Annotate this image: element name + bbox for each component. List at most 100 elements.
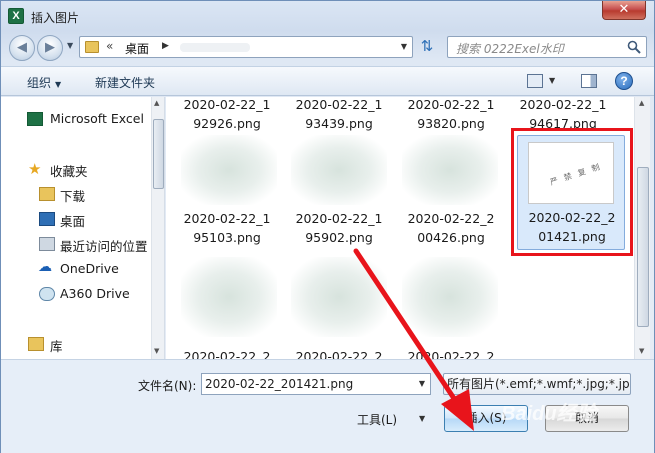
change-view-icon[interactable] (527, 74, 543, 88)
tools-dropdown-icon[interactable]: ▼ (419, 414, 425, 423)
file-item[interactable]: 2020-02-22_2 (175, 347, 279, 359)
download-folder-icon (39, 187, 55, 201)
view-dropdown-icon[interactable]: ▼ (549, 76, 555, 85)
navigation-pane: Microsoft Excel ★ 收藏夹 下载 桌面 最近访问的位置 ☁ On… (1, 97, 165, 359)
nav-item-label: OneDrive (60, 261, 119, 276)
search-icon[interactable] (627, 40, 641, 54)
scroll-up-icon[interactable]: ▲ (154, 99, 159, 107)
file-name-line2: 95103.png (193, 230, 261, 245)
file-name-line2: 93439.png (305, 116, 373, 131)
organize-label: 组织 (27, 76, 52, 90)
file-item[interactable]: 2020-02-22_2 00426.png (399, 209, 503, 247)
nav-item-label: A360 Drive (60, 286, 130, 301)
file-name-line2: 00426.png (417, 230, 485, 245)
history-dropdown-icon[interactable]: ▼ (67, 41, 73, 50)
title-bar: X 插入图片 ✕ (1, 1, 654, 31)
file-name-line1: 2020-02-22_1 (295, 97, 383, 112)
highlight-annotation-box (511, 128, 633, 256)
nav-item-libraries[interactable]: 库 (1, 333, 151, 355)
breadcrumb-desktop[interactable]: 桌面 (125, 40, 149, 57)
nav-item-recent[interactable]: 最近访问的位置 (1, 233, 161, 255)
nav-scrollbar[interactable]: ▲ ▼ (151, 97, 164, 359)
search-placeholder: 搜索 0222Exel水印 (456, 42, 564, 56)
address-dropdown-icon[interactable]: ▼ (401, 42, 407, 51)
folder-icon (85, 41, 99, 53)
nav-item-label: 库 (50, 339, 63, 354)
file-scroll-thumb[interactable] (637, 167, 649, 327)
file-name-line1: 2020-02-22_2 (183, 349, 271, 359)
window-title: 插入图片 (31, 11, 80, 25)
close-button[interactable]: ✕ (602, 1, 646, 20)
nav-item-onedrive[interactable]: ☁ OneDrive (1, 258, 151, 280)
nav-scroll-thumb[interactable] (153, 119, 164, 189)
file-item[interactable]: 2020-02-22_1 95103.png (175, 209, 279, 247)
baidu-watermark: Baidu经验 (501, 403, 597, 425)
file-thumbnail[interactable] (291, 257, 387, 337)
file-thumbnail[interactable] (181, 135, 277, 205)
nav-item-desktop[interactable]: 桌面 (1, 208, 151, 230)
excel-icon (27, 112, 43, 126)
desktop-icon (39, 212, 55, 226)
forward-button[interactable]: ▶ (37, 35, 63, 61)
file-list-scrollbar[interactable]: ▲ ▼ (634, 97, 650, 359)
excel-app-icon: X (8, 8, 24, 24)
refresh-icon[interactable]: ⇅ (415, 36, 439, 58)
address-bar[interactable]: « 桌面 ▶ ▼ (79, 36, 413, 58)
file-thumbnail[interactable] (181, 257, 277, 337)
file-name-line2: 93820.png (417, 116, 485, 131)
file-thumbnail[interactable] (402, 257, 498, 337)
nav-item-label: 收藏夹 (50, 164, 88, 179)
scroll-up-icon[interactable]: ▲ (639, 99, 644, 107)
breadcrumb-obscured (180, 43, 250, 52)
nav-item-downloads[interactable]: 下载 (1, 183, 151, 205)
nav-item-label: 最近访问的位置 (60, 239, 148, 254)
tools-button[interactable]: 工具(L) (357, 411, 397, 428)
file-thumbnail[interactable] (402, 135, 498, 205)
new-folder-button[interactable]: 新建文件夹 (95, 74, 155, 91)
file-item[interactable]: 2020-02-22_1 93439.png (287, 97, 391, 133)
nav-item-favorites[interactable]: ★ 收藏夹 (1, 158, 151, 180)
insert-picture-dialog: X 插入图片 ✕ ◀ ▶ ▼ « 桌面 ▶ ▼ ⇅ 搜索 0222Exel水印 … (0, 0, 655, 453)
filename-value: 2020-02-22_201421.png (205, 377, 354, 391)
file-item[interactable]: 2020-02-22_2 (399, 347, 503, 359)
library-icon (28, 337, 44, 351)
nav-item-label: Microsoft Excel (50, 111, 144, 126)
file-item[interactable]: 2020-02-22_1 93820.png (399, 97, 503, 133)
nav-item-label: 下载 (60, 189, 86, 204)
chevron-down-icon: ▼ (55, 80, 62, 89)
command-bar: 组织 ▼ 新建文件夹 ▼ ? (1, 66, 654, 96)
scroll-down-icon[interactable]: ▼ (639, 347, 644, 355)
back-button[interactable]: ◀ (9, 35, 35, 61)
file-thumbnail[interactable] (291, 135, 387, 205)
filename-label: 文件名(N): (138, 379, 197, 393)
nav-item-a360[interactable]: A360 Drive (1, 283, 151, 305)
file-name-line2: 92926.png (193, 116, 261, 131)
filename-input[interactable]: 2020-02-22_201421.png ▼ (201, 373, 431, 395)
organize-button[interactable]: 组织 ▼ (27, 74, 61, 91)
recent-places-icon (39, 237, 55, 251)
drive-icon (39, 287, 55, 301)
file-name-line1: 2020-02-22_1 (295, 211, 383, 226)
file-name-line1: 2020-02-22_1 (183, 211, 271, 226)
file-name-line1: 2020-02-22_1 (407, 97, 495, 112)
preview-pane-icon[interactable] (581, 74, 597, 88)
scroll-down-icon[interactable]: ▼ (154, 347, 159, 355)
search-input[interactable]: 搜索 0222Exel水印 (447, 36, 647, 58)
file-name-line2: 95902.png (305, 230, 373, 245)
file-name-line1: 2020-02-22_1 (183, 97, 271, 112)
star-icon: ★ (28, 160, 42, 178)
breadcrumb-overflow[interactable]: « (106, 39, 113, 53)
breadcrumb-chevron-icon[interactable]: ▶ (162, 41, 169, 51)
file-name-line1: 2020-02-22_1 (519, 97, 607, 112)
file-item[interactable]: 2020-02-22_1 92926.png (175, 97, 279, 133)
file-name-line1: 2020-02-22_2 (295, 349, 383, 359)
filename-dropdown-icon[interactable]: ▼ (419, 374, 425, 394)
file-item[interactable]: 2020-02-22_1 95902.png (287, 209, 391, 247)
cloud-icon: ☁ (38, 259, 52, 275)
nav-item-excel[interactable]: Microsoft Excel (1, 108, 151, 130)
file-name-line1: 2020-02-22_2 (407, 349, 495, 359)
help-icon[interactable]: ? (615, 72, 633, 90)
file-item[interactable]: 2020-02-22_2 (287, 347, 391, 359)
file-type-filter[interactable]: 所有图片(*.emf;*.wmf;*.jpg;*.jp (443, 373, 631, 395)
file-name-line1: 2020-02-22_2 (407, 211, 495, 226)
